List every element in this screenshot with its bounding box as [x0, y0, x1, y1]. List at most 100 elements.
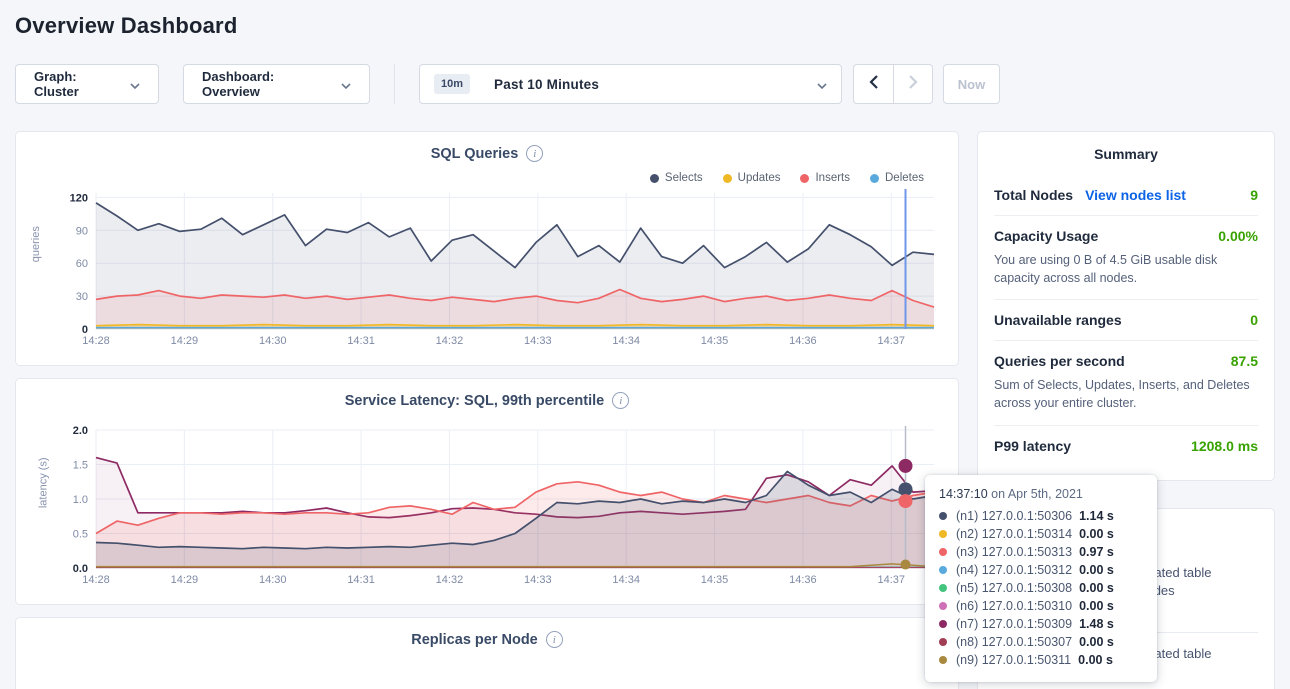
svg-text:14:37: 14:37 — [877, 574, 905, 586]
svg-text:14:36: 14:36 — [789, 574, 817, 586]
legend-dot-icon — [800, 174, 809, 183]
dashboard-dropdown-label: Dashboard: Overview — [202, 69, 331, 99]
sql-queries-legend: Selects Updates Inserts Deletes — [32, 170, 924, 186]
node-dot-icon — [939, 584, 947, 592]
info-icon[interactable]: i — [526, 145, 543, 162]
node-latency-value: 0.00 s — [1078, 653, 1113, 667]
summary-row-total-nodes: Total Nodes View nodes list 9 — [994, 175, 1258, 215]
unavailable-ranges-label: Unavailable ranges — [994, 312, 1122, 328]
replicas-per-node-card: Replicas per Node i — [15, 617, 959, 689]
node-address: (n2) 127.0.0.1:50314 — [956, 527, 1072, 541]
time-range-select[interactable]: 10m Past 10 Minutes — [419, 64, 842, 104]
toolbar: Graph: Cluster Dashboard: Overview 10m P… — [15, 64, 1275, 104]
chevron-left-icon — [869, 75, 878, 94]
node-address: (n1) 127.0.0.1:50306 — [956, 509, 1072, 523]
capacity-usage-description: You are using 0 B of 4.5 GiB usable disk… — [994, 251, 1258, 287]
time-range-label: Past 10 Minutes — [494, 77, 599, 92]
svg-text:1.0: 1.0 — [73, 494, 88, 506]
summary-panel: Summary Total Nodes View nodes list 9 Ca… — [977, 131, 1275, 481]
node-dot-icon — [939, 638, 947, 646]
node-address: (n5) 127.0.0.1:50308 — [956, 581, 1072, 595]
svg-text:14:32: 14:32 — [436, 574, 464, 586]
legend-dot-icon — [723, 174, 732, 183]
svg-text:0: 0 — [82, 324, 88, 336]
svg-text:14:34: 14:34 — [612, 574, 640, 586]
node-latency-value: 1.48 s — [1079, 617, 1114, 631]
chevron-right-icon — [909, 75, 918, 94]
page-title: Overview Dashboard — [0, 0, 1290, 39]
svg-text:14:29: 14:29 — [171, 335, 199, 347]
queries-per-second-value: 87.5 — [1231, 353, 1258, 369]
node-latency-value: 0.00 s — [1079, 635, 1114, 649]
chevron-down-icon — [130, 77, 140, 92]
legend-label: Updates — [738, 172, 781, 184]
tooltip-row-n8: (n8) 127.0.0.1:503070.00 s — [939, 633, 1143, 651]
svg-text:14:35: 14:35 — [701, 335, 729, 347]
node-dot-icon — [939, 530, 947, 538]
svg-text:14:30: 14:30 — [259, 574, 287, 586]
next-time-button-disabled[interactable] — [893, 64, 933, 104]
tooltip-row-n5: (n5) 127.0.0.1:50308 0.00 s — [939, 579, 1143, 597]
service-latency-title-text: Service Latency: SQL, 99th percentile — [345, 393, 605, 409]
svg-text:0.0: 0.0 — [73, 563, 88, 575]
node-dot-icon — [939, 512, 947, 520]
chevron-down-icon — [341, 77, 351, 92]
chevron-down-icon — [817, 77, 827, 92]
time-step-buttons — [853, 64, 933, 104]
graph-dropdown-label: Graph: Cluster — [34, 69, 120, 99]
replicas-per-node-title: Replicas per Node i — [32, 631, 942, 648]
toolbar-divider — [394, 64, 395, 104]
tooltip-row-n7: (n7) 127.0.0.1:50309 1.48 s — [939, 615, 1143, 633]
now-button-disabled[interactable]: Now — [943, 64, 1000, 104]
node-address: (n9) 127.0.0.1:50311 — [956, 653, 1071, 667]
svg-text:14:30: 14:30 — [259, 335, 287, 347]
svg-text:14:31: 14:31 — [347, 574, 375, 586]
total-nodes-value: 9 — [1250, 187, 1258, 203]
svg-text:90: 90 — [76, 225, 88, 237]
legend-label: Deletes — [885, 172, 924, 184]
svg-text:14:32: 14:32 — [436, 335, 464, 347]
summary-row-qps: Queries per second 87.5 Sum of Selects, … — [994, 340, 1258, 424]
summary-heading: Summary — [994, 146, 1258, 175]
sql-queries-y-axis-label: queries — [30, 226, 42, 262]
tooltip-row-n2: (n2) 127.0.0.1:50314 0.00 s — [939, 525, 1143, 543]
dashboard-dropdown[interactable]: Dashboard: Overview — [183, 64, 370, 104]
service-latency-y-axis-label: latency (s) — [37, 457, 49, 508]
legend-item-deletes: Deletes — [870, 170, 924, 186]
tooltip-timestamp: 14:37:10 on Apr 5th, 2021 — [939, 487, 1143, 507]
node-latency-value: 0.00 s — [1079, 581, 1114, 595]
legend-item-inserts: Inserts — [800, 170, 850, 186]
svg-text:30: 30 — [76, 291, 88, 303]
view-nodes-list-link[interactable]: View nodes list — [1085, 187, 1186, 203]
legend-item-selects: Selects — [650, 170, 703, 186]
capacity-usage-label: Capacity Usage — [994, 228, 1098, 244]
queries-per-second-label: Queries per second — [994, 353, 1125, 369]
tooltip-time: 14:37:10 — [939, 487, 988, 501]
info-icon[interactable]: i — [612, 392, 629, 409]
tooltip-row-n3: (n3) 127.0.0.1:503130.97 s — [939, 543, 1143, 561]
replicas-per-node-title-text: Replicas per Node — [411, 632, 538, 648]
sql-queries-chart[interactable]: 14:2814:2914:3014:3114:3214:3314:3414:35… — [32, 186, 942, 350]
tooltip-row-n4: (n4) 127.0.0.1:503120.00 s — [939, 561, 1143, 579]
svg-text:2.0: 2.0 — [73, 425, 88, 437]
node-dot-icon — [939, 620, 947, 628]
tooltip-row-n6: (n6) 127.0.0.1:503100.00 s — [939, 597, 1143, 615]
p99-latency-value: 1208.0 ms — [1191, 438, 1258, 454]
service-latency-chart[interactable]: 14:2814:2914:3014:3114:3214:3314:3414:35… — [32, 423, 942, 589]
queries-per-second-description: Sum of Selects, Updates, Inserts, and De… — [994, 376, 1258, 412]
total-nodes-label: Total Nodes — [994, 187, 1073, 203]
node-dot-icon — [939, 656, 947, 664]
info-icon[interactable]: i — [546, 631, 563, 648]
svg-text:14:35: 14:35 — [701, 574, 729, 586]
previous-time-button[interactable] — [853, 64, 893, 104]
service-latency-card: Service Latency: SQL, 99th percentile i … — [15, 378, 959, 605]
node-address: (n7) 127.0.0.1:50309 — [956, 617, 1072, 631]
node-address: (n4) 127.0.0.1:50312 — [956, 563, 1072, 577]
node-dot-icon — [939, 602, 947, 610]
svg-text:14:29: 14:29 — [171, 574, 199, 586]
graph-dropdown[interactable]: Graph: Cluster — [15, 64, 159, 104]
sql-queries-title: SQL Queries i — [32, 145, 942, 162]
service-latency-title: Service Latency: SQL, 99th percentile i — [32, 392, 942, 409]
node-latency-value: 0.00 s — [1079, 527, 1114, 541]
svg-text:14:33: 14:33 — [524, 574, 552, 586]
